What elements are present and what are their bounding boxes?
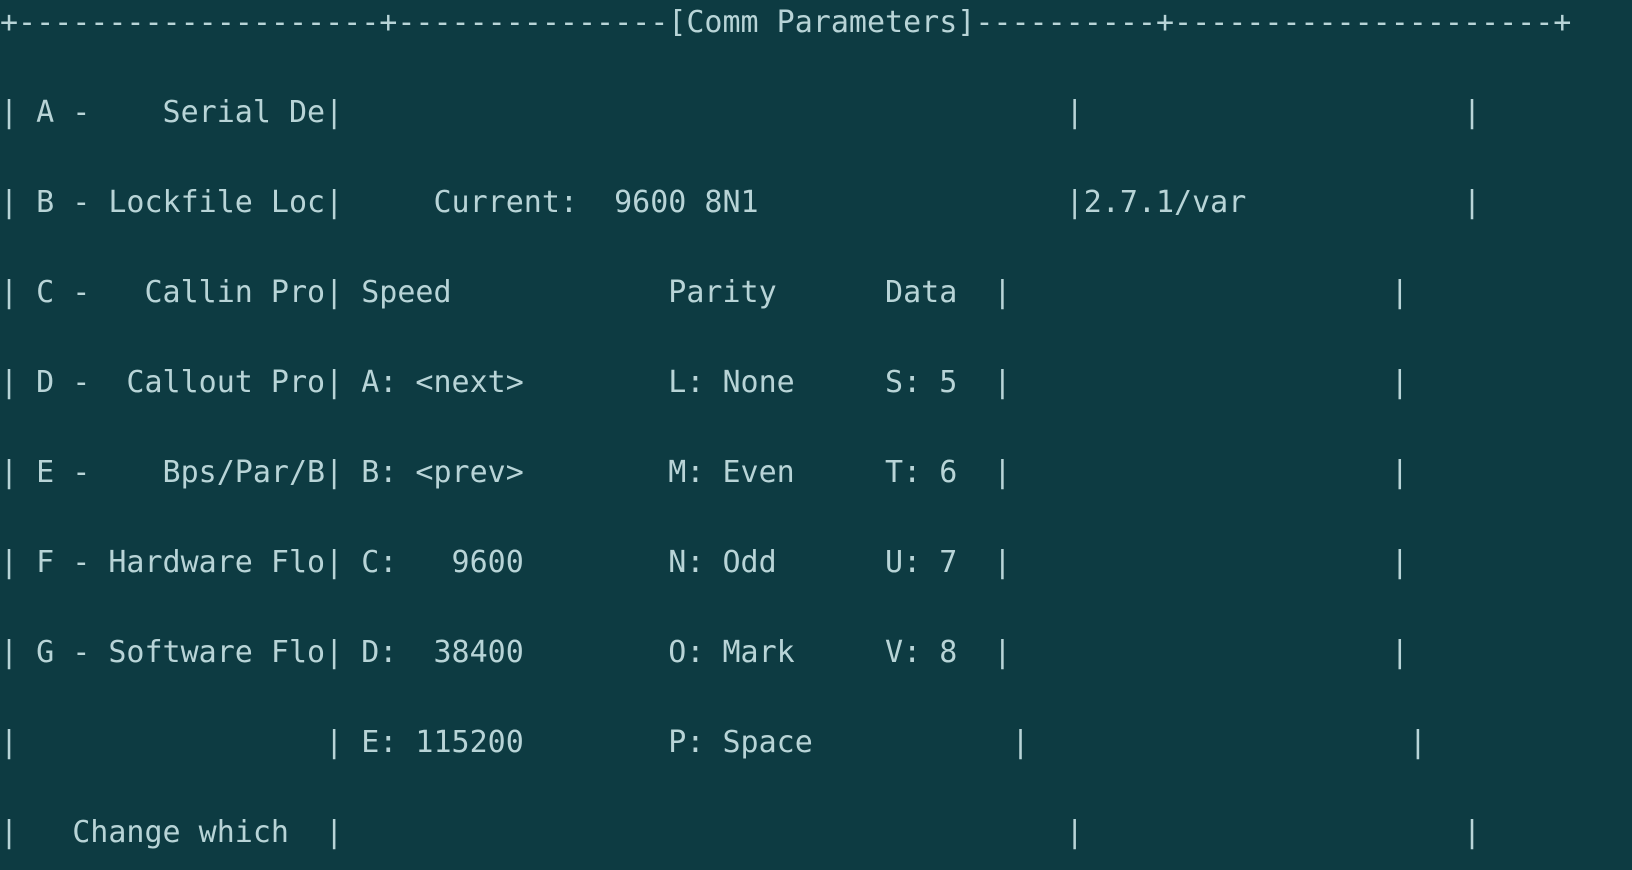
change-prompt: Change which: [72, 815, 289, 850]
terminal-screen: +--------------------+---------------[Co…: [0, 0, 1632, 870]
speed-b[interactable]: B: <prev>: [361, 455, 524, 490]
dialog-title: [Comm Parameters]: [668, 5, 975, 40]
parity-n[interactable]: N: Odd: [668, 545, 776, 580]
border-top: +--------------------+---------------[Co…: [0, 0, 1632, 45]
parity-o[interactable]: O: Mark: [668, 635, 794, 670]
data-header: Data: [885, 275, 957, 310]
menu-item-b[interactable]: B - Lockfile Loc: [36, 185, 325, 220]
parity-l[interactable]: L: None: [668, 365, 794, 400]
data-v[interactable]: V: 8: [885, 635, 957, 670]
parity-m[interactable]: M: Even: [668, 455, 794, 490]
data-u[interactable]: U: 7: [885, 545, 957, 580]
right-info: 2.7.1/var: [1084, 185, 1247, 220]
speed-d[interactable]: D: 38400: [361, 635, 524, 670]
current-label: Current:: [433, 185, 578, 220]
menu-item-e[interactable]: E - Bps/Par/B: [36, 455, 325, 490]
data-s[interactable]: S: 5: [885, 365, 957, 400]
menu-item-g[interactable]: G - Software Flo: [36, 635, 325, 670]
parity-p[interactable]: P: Space: [668, 725, 813, 760]
current-value: 9600 8N1: [614, 185, 759, 220]
speed-e[interactable]: E: 115200: [361, 725, 524, 760]
speed-header: Speed: [361, 275, 451, 310]
parity-header: Parity: [668, 275, 776, 310]
menu-item-d[interactable]: D - Callout Pro: [36, 365, 325, 400]
data-t[interactable]: T: 6: [885, 455, 957, 490]
menu-item-a[interactable]: A - Serial De: [36, 95, 325, 130]
speed-c[interactable]: C: 9600: [361, 545, 524, 580]
menu-item-c[interactable]: C - Callin Pro: [36, 275, 325, 310]
speed-a[interactable]: A: <next>: [361, 365, 524, 400]
menu-item-f[interactable]: F - Hardware Flo: [36, 545, 325, 580]
